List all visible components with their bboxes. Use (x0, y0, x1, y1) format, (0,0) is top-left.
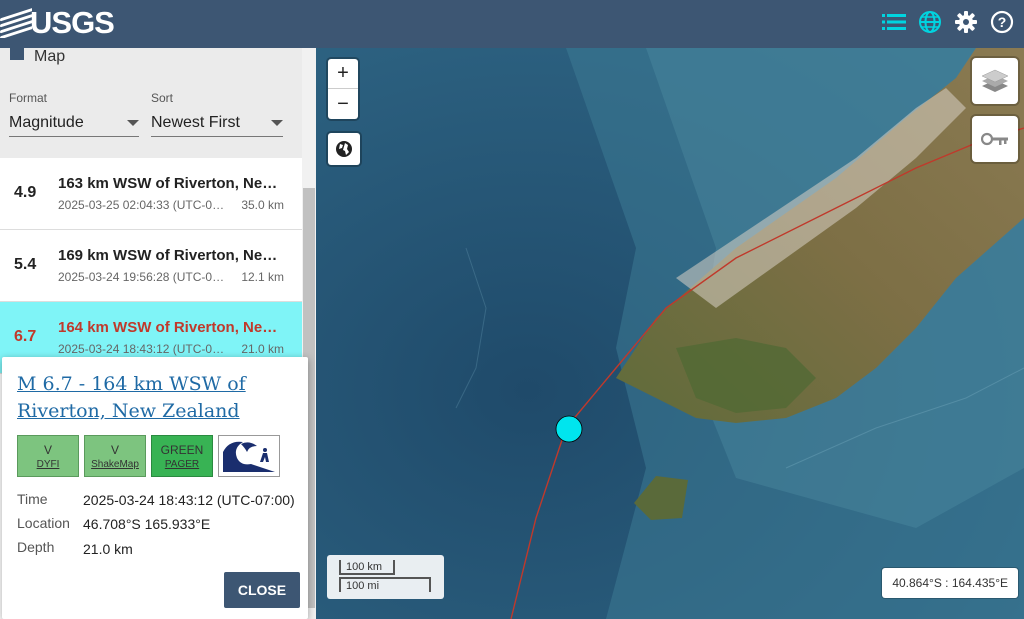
chevron-down-icon (127, 119, 139, 126)
key-icon (981, 132, 1008, 146)
satellite-basemap (316, 48, 1024, 619)
event-depth: 21.0 km (241, 342, 284, 356)
usgs-logo-mark-icon (0, 8, 32, 38)
depth-label: Depth (17, 539, 55, 555)
sort-select[interactable]: Newest First (151, 109, 283, 137)
event-time: 2025-03-24 18:43:12 (UTC-07:00) (58, 342, 230, 356)
list-item[interactable]: 5.4 169 km WSW of Riverton, New Zealand … (0, 230, 302, 302)
format-label: Format (9, 91, 48, 105)
map-toggle[interactable]: Map (10, 48, 65, 66)
badge-label: PAGER (164, 458, 200, 470)
checkbox-icon[interactable] (10, 48, 24, 60)
legend-button[interactable] (972, 116, 1018, 162)
zoom-control: + − (328, 59, 358, 119)
badge-label: ShakeMap (91, 458, 139, 470)
event-depth: 12.1 km (241, 270, 284, 284)
zoom-in-button[interactable]: + (328, 59, 358, 89)
time-label: Time (17, 491, 48, 507)
event-title: 169 km WSW of Riverton, New Zealand (58, 247, 288, 264)
event-title: 163 km WSW of Riverton, New Zealand (58, 175, 288, 192)
list-icon[interactable] (880, 8, 908, 36)
impact-badges: V DYFI V ShakeMap GREEN PAGER (17, 435, 280, 477)
help-icon[interactable]: ? (988, 8, 1016, 36)
event-depth: 35.0 km (241, 198, 284, 212)
header-bar: USGS ? (0, 0, 1024, 48)
close-button[interactable]: CLOSE (224, 572, 300, 608)
event-popup: M 6.7 - 164 km WSW of Riverton, New Zeal… (2, 357, 308, 619)
location-value: 46.708°S 165.933°E (83, 516, 211, 532)
layers-button[interactable] (972, 58, 1018, 104)
map-view[interactable]: + − 100 km 100 mi 40.864°S : 164.435°E (316, 48, 1024, 619)
usgs-logo[interactable]: USGS (0, 5, 115, 40)
event-time: 2025-03-25 02:04:33 (UTC-07:00) (58, 198, 230, 212)
event-magnitude: 4.9 (14, 184, 37, 201)
list-options-panel: Map Format Magnitude Sort Newest First (0, 48, 302, 158)
event-title-link[interactable]: M 6.7 - 164 km WSW of Riverton, New Zeal… (17, 371, 297, 425)
tsunami-icon (221, 438, 277, 474)
earthquake-list: 4.9 163 km WSW of Riverton, New Zealand … (0, 158, 302, 374)
gear-icon[interactable] (952, 8, 980, 36)
format-select[interactable]: Magnitude (9, 109, 139, 137)
pager-badge[interactable]: GREEN PAGER (151, 435, 213, 477)
layers-icon (981, 69, 1009, 92)
map-scale: 100 km 100 mi (327, 555, 444, 599)
badge-label: DYFI (36, 458, 60, 470)
event-magnitude: 6.7 (14, 328, 37, 345)
event-time: 2025-03-24 19:56:28 (UTC-07:00) (58, 270, 230, 284)
event-title: 164 km WSW of Riverton, New Zealand (58, 319, 288, 336)
list-item[interactable]: 4.9 163 km WSW of Riverton, New Zealand … (0, 158, 302, 230)
scale-km: 100 km (339, 560, 395, 575)
chevron-down-icon (271, 119, 283, 126)
map-toggle-label: Map (34, 48, 66, 65)
usgs-logo-text: USGS (30, 5, 115, 40)
format-value: Magnitude (9, 113, 84, 131)
badge-value: GREEN (160, 442, 204, 457)
dyfi-badge[interactable]: V DYFI (17, 435, 79, 477)
shakemap-badge[interactable]: V ShakeMap (84, 435, 146, 477)
epicenter-marker[interactable] (555, 415, 583, 443)
tsunami-badge[interactable] (218, 435, 280, 477)
sort-value: Newest First (151, 113, 240, 131)
cursor-coordinates: 40.864°S : 164.435°E (882, 568, 1018, 598)
location-label: Location (17, 515, 70, 531)
svg-text:?: ? (998, 14, 1007, 30)
zoom-out-button[interactable]: − (328, 89, 358, 119)
sort-label: Sort (151, 91, 174, 105)
depth-value: 21.0 km (83, 541, 133, 557)
globe-view-button[interactable] (328, 133, 360, 165)
badge-value: V (110, 442, 119, 457)
badge-value: V (43, 442, 52, 457)
event-magnitude: 5.4 (14, 256, 37, 273)
time-value: 2025-03-24 18:43:12 (UTC-07:00) (83, 492, 295, 508)
globe-icon[interactable] (916, 8, 944, 36)
globe-icon (336, 141, 352, 157)
scale-mi: 100 mi (339, 577, 431, 592)
